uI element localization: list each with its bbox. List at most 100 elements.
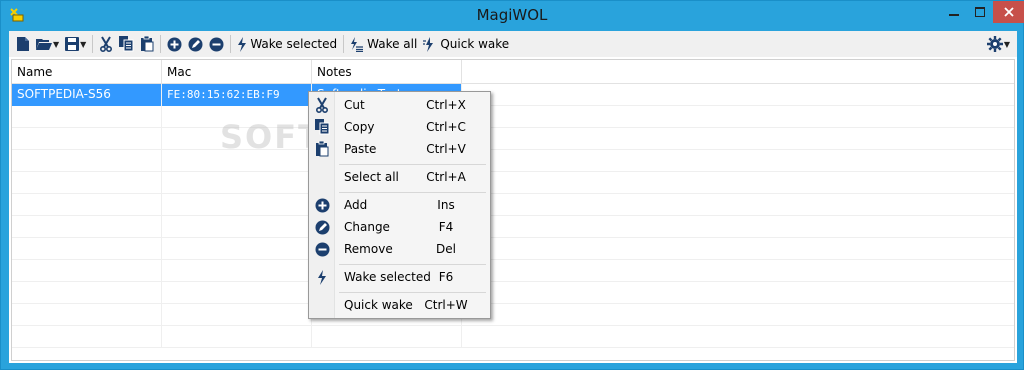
wake-all-label: Wake all	[367, 37, 418, 51]
menu-item-paste[interactable]: Paste Ctrl+V	[311, 138, 488, 160]
app-window: MagiWOL ▼ ▼ Wake selected Wake all Quick…	[0, 0, 1024, 370]
empty-row	[12, 150, 1014, 172]
menu-item-add[interactable]: Add Ins	[311, 194, 488, 216]
column-header-mac[interactable]: Mac	[162, 60, 312, 84]
menu-item-copy[interactable]: Copy Ctrl+C	[311, 116, 488, 138]
menu-item-label: Cut	[344, 98, 365, 112]
scissors-icon	[100, 36, 113, 52]
open-button[interactable]: ▼	[33, 33, 62, 55]
menu-item-change[interactable]: Change F4	[311, 216, 488, 238]
wake-all-button[interactable]: Wake all	[347, 33, 420, 55]
title-bar[interactable]: MagiWOL	[1, 1, 1024, 31]
paste-icon	[313, 141, 331, 157]
menu-item-shortcut: Ctrl+C	[426, 120, 466, 134]
client-area: ▼ ▼ Wake selected Wake all Quick wake ▼ …	[9, 31, 1017, 363]
remove-button[interactable]	[206, 33, 227, 55]
column-header-notes[interactable]: Notes	[312, 60, 462, 84]
folder-open-icon	[36, 39, 52, 50]
toolbar-separator	[92, 35, 94, 53]
settings-button[interactable]: ▼	[984, 33, 1013, 55]
minimize-icon	[949, 14, 959, 16]
menu-separator	[339, 292, 486, 293]
empty-row	[12, 282, 1014, 304]
new-button[interactable]	[13, 33, 33, 55]
quick-wake-button[interactable]: Quick wake	[420, 33, 512, 55]
menu-item-label: Copy	[344, 120, 375, 134]
change-button[interactable]	[185, 33, 206, 55]
remove-icon	[313, 241, 331, 257]
computer-list[interactable]: Name Mac Notes SOFTPEDIA-S56 FE:80:15:62…	[11, 59, 1015, 361]
menu-item-label: Remove	[344, 242, 393, 256]
toolbar-separator	[343, 35, 345, 53]
close-button[interactable]	[993, 1, 1024, 23]
minimize-button[interactable]	[941, 1, 967, 23]
menu-item-remove[interactable]: Remove Del	[311, 238, 488, 260]
menu-item-label: Change	[344, 220, 390, 234]
remove-icon	[209, 37, 224, 51]
empty-row	[12, 238, 1014, 260]
menu-item-shortcut: Del	[436, 242, 456, 256]
copy-button[interactable]	[116, 33, 137, 55]
empty-row	[12, 326, 1014, 348]
menu-item-label: Quick wake	[344, 298, 413, 312]
empty-row	[12, 260, 1014, 282]
maximize-button[interactable]	[967, 1, 993, 23]
cell-mac: FE:80:15:62:EB:F9	[162, 84, 312, 106]
scissors-icon	[313, 97, 331, 113]
menu-item-shortcut: Ctrl+V	[426, 142, 466, 156]
menu-item-label: Wake selected	[344, 270, 431, 284]
wake-selected-button[interactable]: Wake selected	[234, 33, 340, 55]
gear-icon	[986, 36, 1003, 52]
menu-item-shortcut: Ins	[437, 198, 455, 212]
quick-bolt-icon	[423, 36, 434, 52]
paste-icon	[141, 36, 154, 52]
save-icon	[65, 37, 80, 51]
menu-separator	[339, 192, 486, 193]
copy-icon	[119, 36, 134, 52]
cell-name: SOFTPEDIA-S56	[12, 84, 162, 106]
wake-selected-label: Wake selected	[250, 37, 338, 51]
paste-button[interactable]	[137, 33, 157, 55]
menu-item-label: Select all	[344, 170, 399, 184]
copy-icon	[313, 119, 331, 135]
add-icon	[167, 37, 182, 51]
menu-item-wake-selected[interactable]: Wake selected F6	[311, 266, 488, 288]
close-icon	[1003, 7, 1014, 17]
empty-row	[12, 172, 1014, 194]
add-icon	[313, 197, 331, 213]
edit-icon	[188, 37, 203, 51]
column-header-name[interactable]: Name	[12, 60, 162, 84]
menu-item-shortcut: Ctrl+A	[426, 170, 466, 184]
add-button[interactable]	[164, 33, 185, 55]
menu-item-select-all[interactable]: Select all Ctrl+A	[311, 166, 488, 188]
toolbar-separator	[160, 35, 162, 53]
menu-item-shortcut: F4	[438, 220, 454, 234]
grid-header: Name Mac Notes	[12, 60, 1014, 84]
save-button[interactable]: ▼	[62, 33, 89, 55]
menu-separator	[339, 164, 486, 165]
empty-row	[12, 128, 1014, 150]
empty-row	[12, 304, 1014, 326]
edit-icon	[313, 219, 331, 235]
quick-wake-label: Quick wake	[440, 37, 510, 51]
menu-item-shortcut: Ctrl+X	[426, 98, 466, 112]
empty-row	[12, 106, 1014, 128]
menu-separator	[339, 264, 486, 265]
toolbar: ▼ ▼ Wake selected Wake all Quick wake ▼	[9, 31, 1017, 57]
context-menu: Cut Ctrl+X Copy Ctrl+C Paste Ctrl+V Sele…	[308, 91, 491, 319]
table-row[interactable]: SOFTPEDIA-S56 FE:80:15:62:EB:F9 Softpedi…	[12, 84, 1014, 106]
menu-item-cut[interactable]: Cut Ctrl+X	[311, 94, 488, 116]
empty-row	[12, 194, 1014, 216]
cut-button[interactable]	[96, 33, 116, 55]
menu-item-shortcut: F6	[438, 270, 454, 284]
empty-row	[12, 216, 1014, 238]
menu-item-label: Add	[344, 198, 368, 212]
toolbar-separator	[230, 35, 232, 53]
chevron-down-icon: ▼	[53, 39, 60, 49]
chevron-down-icon: ▼	[1003, 39, 1010, 49]
bolt-icon	[238, 36, 247, 52]
menu-item-shortcut: Ctrl+W	[424, 298, 468, 312]
menu-item-label: Paste	[344, 142, 377, 156]
menu-item-quick-wake[interactable]: Quick wake Ctrl+W	[311, 294, 488, 316]
new-file-icon	[17, 37, 29, 51]
